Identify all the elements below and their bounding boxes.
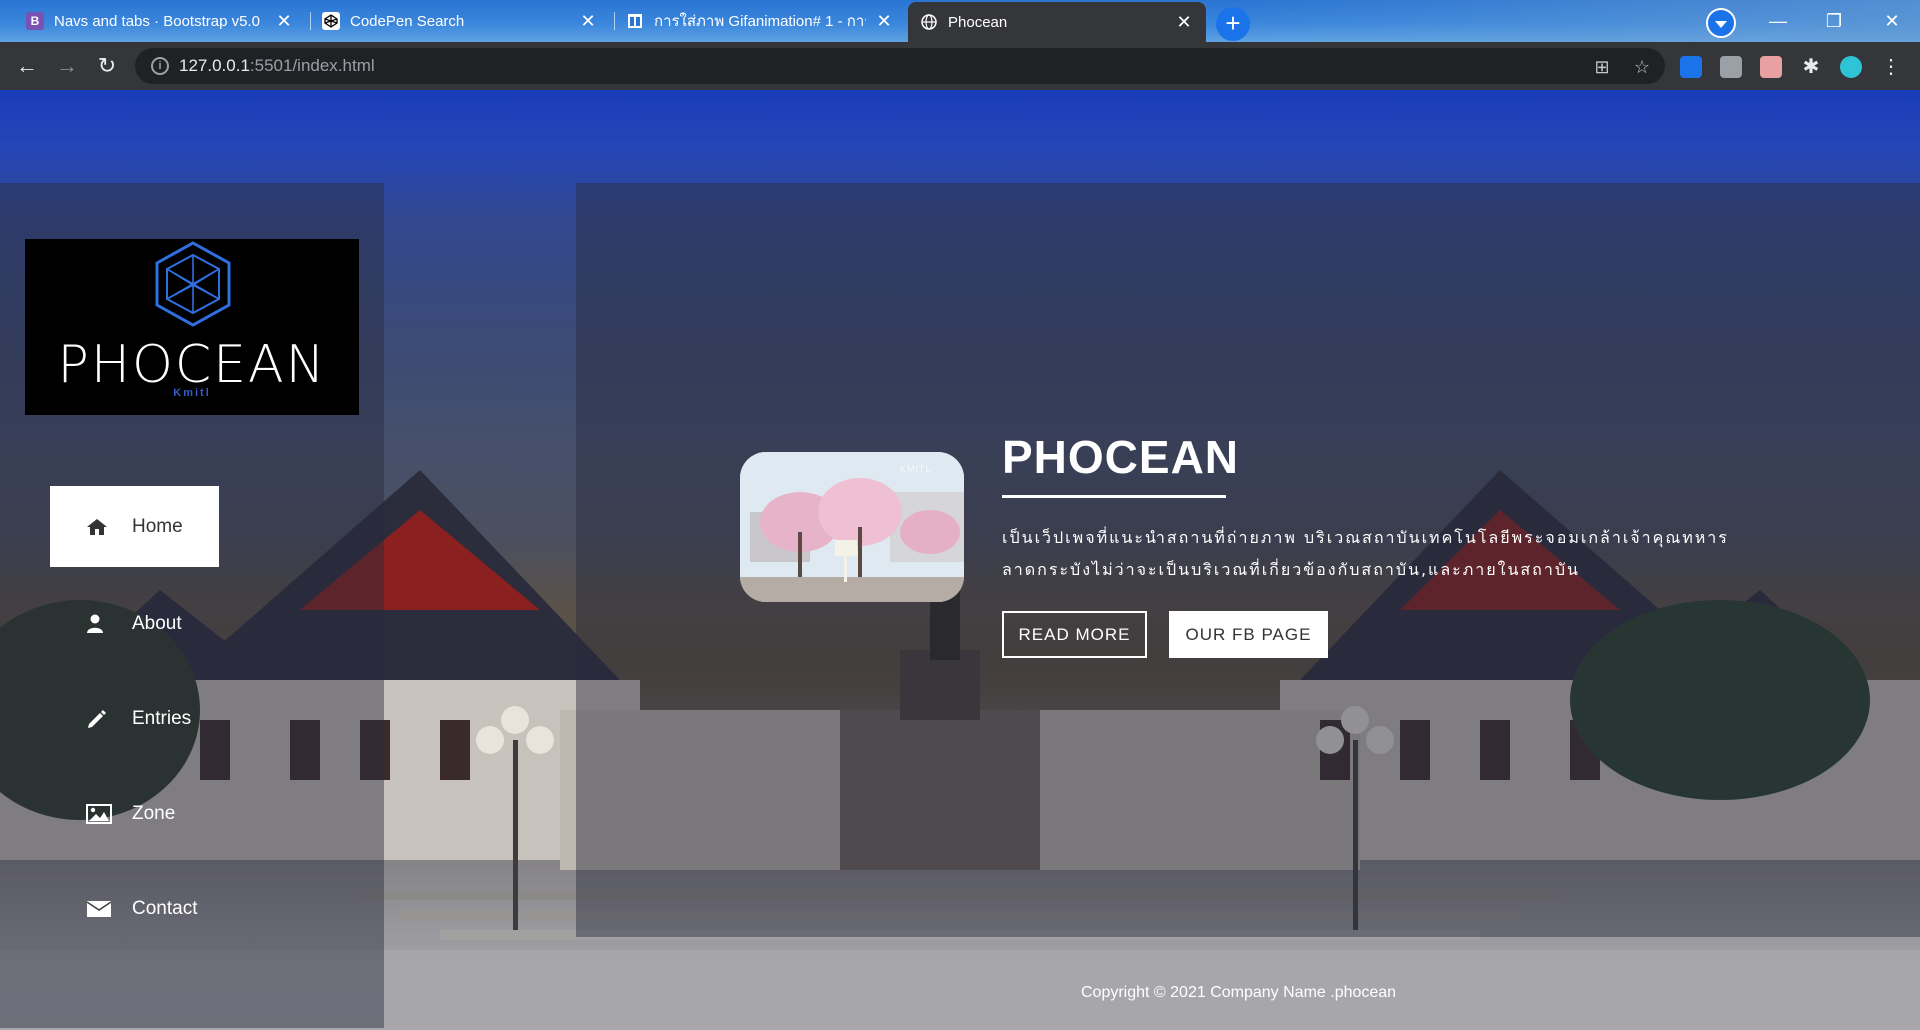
browser-toolbar: ← → ↻ i 127.0.0.1:5501/index.html ⊞ ☆ ✱ …: [0, 42, 1920, 90]
chevron-down-icon: [1715, 20, 1727, 28]
site-info-icon[interactable]: i: [151, 57, 169, 75]
nav-about[interactable]: About: [50, 583, 219, 664]
home-icon: [86, 518, 116, 536]
tab-codepen[interactable]: CodePen Search ✕: [310, 4, 610, 38]
site-logo[interactable]: PHOCEAN Kmitl: [25, 239, 359, 415]
back-icon[interactable]: ←: [12, 52, 42, 82]
hexagon-logo-icon: [155, 241, 231, 327]
codepen-icon: [322, 12, 340, 30]
profile-avatar[interactable]: [1840, 56, 1862, 78]
tab-gifanimation[interactable]: การใส่ภาพ Gifanimation# 1 - การเขี ✕: [614, 4, 906, 38]
copyright-text: Copyright © 2021 Company Name .phocean: [1081, 984, 1397, 1001]
fb-page-button[interactable]: OUR FB PAGE: [1169, 611, 1328, 658]
address-bar[interactable]: i 127.0.0.1:5501/index.html ⊞ ☆: [135, 48, 1665, 84]
logo-wordmark: PHOCEAN: [57, 335, 327, 395]
url-host: 127.0.0.1: [179, 56, 250, 75]
page-viewport: PHOCEAN Kmitl Home About Entries Zone Co…: [0, 90, 1920, 1030]
extensions-puzzle-icon[interactable]: ✱: [1800, 56, 1822, 78]
tab-bootstrap[interactable]: B Navs and tabs · Bootstrap v5.0 ✕: [14, 4, 306, 38]
nav-label: Zone: [132, 802, 176, 824]
logo-subtext: Kmitl: [173, 387, 211, 399]
tab-strip: B Navs and tabs · Bootstrap v5.0 ✕ CodeP…: [0, 0, 1920, 42]
pencil-icon: [86, 708, 116, 730]
minimize-button[interactable]: —: [1750, 0, 1806, 42]
photo-watermark: KMITL: [900, 464, 932, 474]
bootstrap-icon: B: [26, 12, 44, 30]
nav-label: About: [132, 612, 182, 634]
extension-printer-icon[interactable]: [1760, 56, 1782, 78]
nav-home[interactable]: Home: [50, 486, 219, 567]
hero-photo: KMITL: [740, 452, 964, 602]
envelope-icon: [86, 899, 116, 919]
tab-title: การใส่ภาพ Gifanimation# 1 - การเขี: [654, 13, 866, 30]
doc-icon: [626, 12, 644, 30]
nav-entries[interactable]: Entries: [50, 678, 219, 759]
forward-icon[interactable]: →: [52, 52, 82, 82]
close-tab-icon[interactable]: ✕: [874, 11, 894, 32]
read-more-button[interactable]: READ MORE: [1002, 611, 1147, 658]
tab-search-button[interactable]: [1706, 8, 1736, 38]
globe-icon: [920, 13, 938, 31]
close-tab-icon[interactable]: ✕: [1174, 12, 1194, 33]
tab-phocean[interactable]: Phocean ✕: [908, 2, 1206, 42]
title-underline: [1002, 495, 1226, 498]
tab-title: CodePen Search: [350, 12, 465, 30]
new-tab-button[interactable]: +: [1216, 7, 1250, 41]
close-tab-icon[interactable]: ✕: [274, 11, 294, 32]
hero-description: เป็นเว็ปเพจที่แนะนำสถานที่ถ่ายภาพ บริเวณ…: [1002, 528, 1729, 579]
nav-label: Contact: [132, 897, 198, 919]
reload-icon[interactable]: ↻: [92, 52, 122, 82]
nav-label: Entries: [132, 707, 192, 729]
camera-icon[interactable]: [1720, 56, 1742, 78]
campus-photo: [740, 452, 964, 602]
nav-label: Home: [132, 515, 183, 537]
user-icon: [86, 614, 116, 634]
nav-contact[interactable]: Contact: [50, 868, 219, 949]
restore-button[interactable]: ❐: [1806, 0, 1862, 42]
image-icon: [86, 803, 116, 824]
url-path: :5501/index.html: [249, 56, 375, 75]
nav-zone[interactable]: Zone: [50, 773, 219, 854]
extension-cast-icon[interactable]: [1680, 56, 1702, 78]
translate-icon[interactable]: ⊞: [1591, 56, 1613, 78]
hero-title: PHOCEAN: [1002, 431, 1240, 483]
menu-kebab-icon[interactable]: ⋮: [1880, 56, 1902, 78]
close-tab-icon[interactable]: ✕: [578, 11, 598, 32]
close-window-button[interactable]: ✕: [1864, 0, 1920, 42]
bookmark-star-icon[interactable]: ☆: [1631, 56, 1653, 78]
tab-title: Phocean: [948, 13, 1008, 31]
tab-title: Navs and tabs · Bootstrap v5.0: [54, 12, 260, 30]
